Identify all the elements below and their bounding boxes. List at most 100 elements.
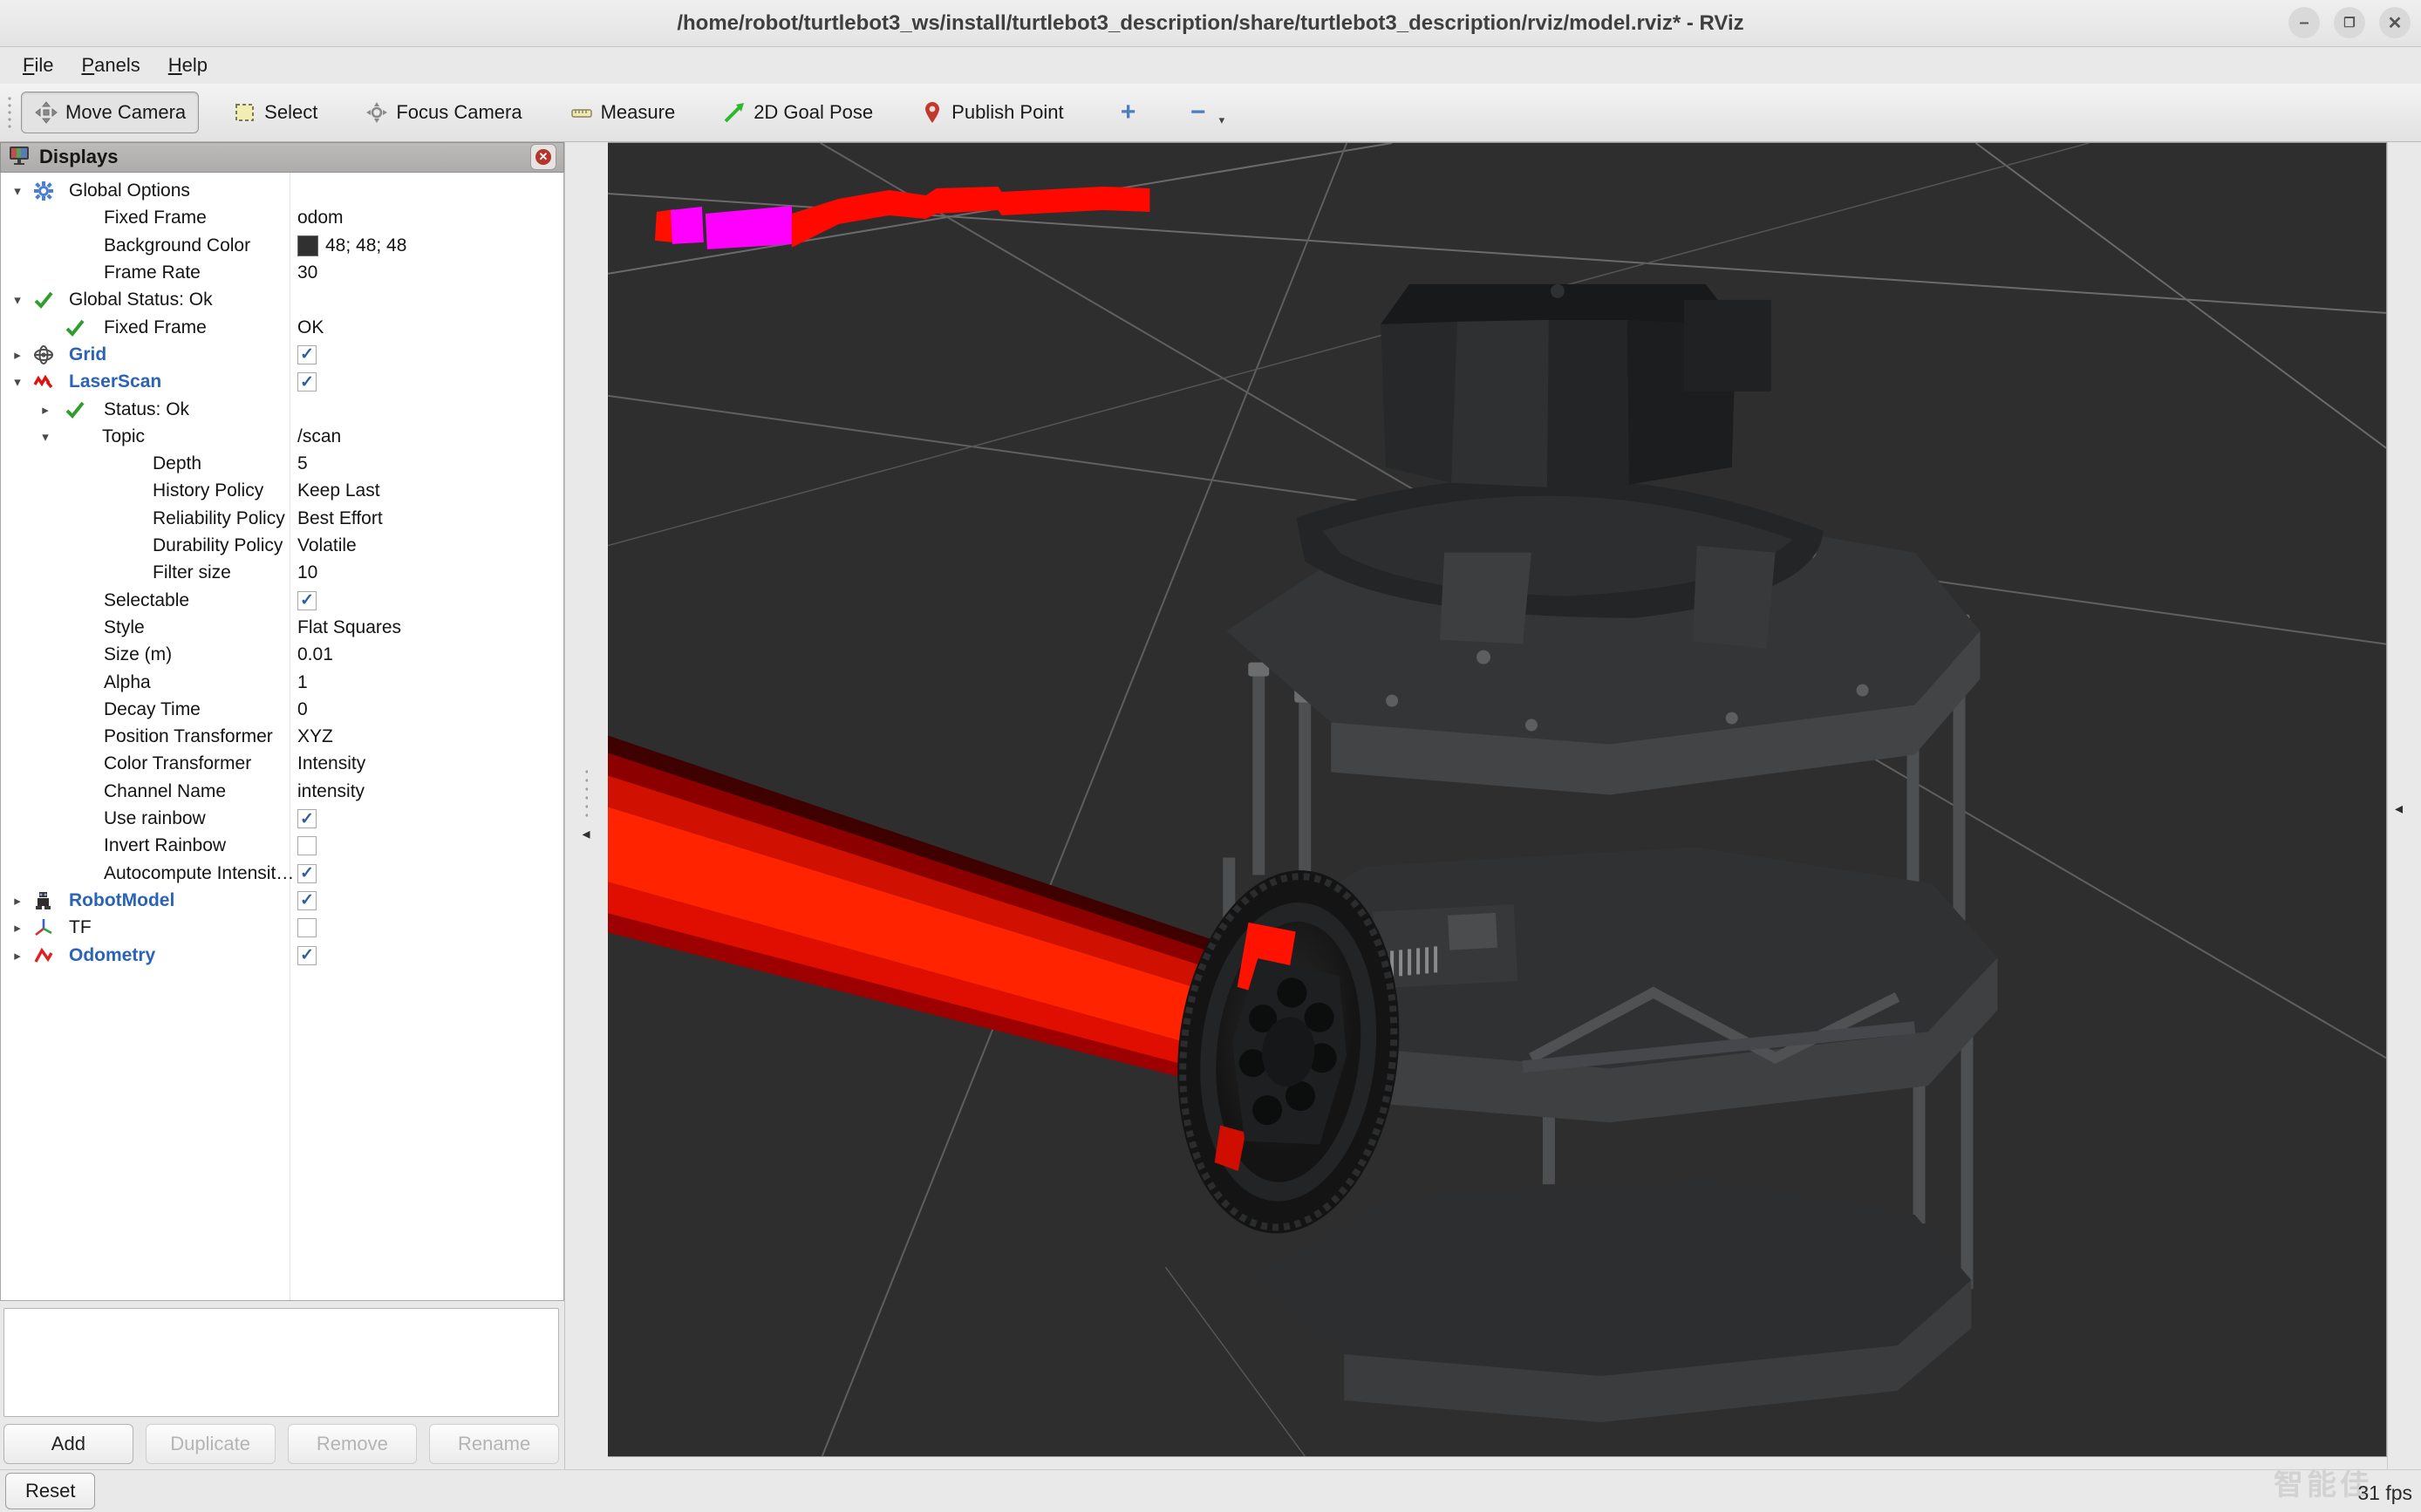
add-button[interactable]: Add	[3, 1424, 133, 1464]
display-row-robotmodel[interactable]: ▸ RobotModel ✓	[1, 887, 563, 914]
property-value[interactable]: Flat Squares	[297, 617, 401, 638]
3d-viewport[interactable]	[608, 142, 2387, 1457]
splitter-handle[interactable]: ◂	[577, 753, 595, 857]
checkbox-unchecked[interactable]	[297, 918, 317, 938]
expand-arrow-icon[interactable]: ▾	[10, 292, 25, 308]
property-value[interactable]	[297, 836, 317, 856]
display-row-channel-name[interactable]: Channel Name intensity	[1, 778, 563, 805]
minimize-button[interactable]: –	[2288, 7, 2320, 38]
restore-button[interactable]: ❐	[2334, 7, 2365, 38]
display-row-color-transformer[interactable]: Color Transformer Intensity	[1, 751, 563, 778]
display-row-odometry[interactable]: ▸ Odometry ✓	[1, 942, 563, 969]
display-row-global-status-ok[interactable]: ▾ Global Status: Ok	[1, 287, 563, 314]
tool-focus-camera-button[interactable]: Focus Camera	[351, 92, 535, 133]
display-row-frame-rate[interactable]: Frame Rate 30	[1, 260, 563, 287]
display-row-decay-time[interactable]: Decay Time 0	[1, 696, 563, 723]
display-row-invert-rainbow[interactable]: Invert Rainbow	[1, 833, 563, 860]
property-value[interactable]: 0.01	[297, 644, 333, 665]
reset-button[interactable]: Reset	[5, 1473, 96, 1509]
tool-select-button[interactable]: Select	[220, 92, 331, 133]
checkbox-checked[interactable]: ✓	[297, 945, 317, 965]
property-value[interactable]: ✓	[297, 344, 317, 364]
collapse-arrow-icon[interactable]: ▸	[38, 402, 53, 418]
display-row-tf[interactable]: ▸ TF	[1, 915, 563, 942]
property-value[interactable]: ✓	[297, 809, 317, 829]
expand-arrow-icon[interactable]: ▾	[10, 183, 25, 199]
property-value[interactable]: ✓	[297, 372, 317, 392]
collapse-arrow-icon[interactable]: ▸	[10, 893, 25, 909]
collapse-arrow-icon[interactable]: ▸	[10, 920, 25, 936]
panel-splitter[interactable]: ◂	[565, 142, 608, 1469]
checkbox-checked[interactable]: ✓	[297, 863, 317, 883]
display-row-use-rainbow[interactable]: Use rainbow ✓	[1, 806, 563, 833]
tool-measure-button[interactable]: Measure	[556, 92, 689, 133]
display-row-grid[interactable]: ▸ Grid ✓	[1, 341, 563, 368]
property-value[interactable]: /scan	[297, 426, 341, 447]
displays-panel-close-icon[interactable]: ✕	[530, 144, 556, 171]
property-value[interactable]: odom	[297, 208, 344, 228]
display-row-fixed-frame[interactable]: Fixed Frame OK	[1, 314, 563, 341]
menu-file[interactable]: File	[9, 51, 67, 80]
property-value[interactable]: ✓	[297, 945, 317, 965]
display-row-size-m[interactable]: Size (m) 0.01	[1, 642, 563, 669]
display-row-alpha[interactable]: Alpha 1	[1, 669, 563, 696]
display-row-topic[interactable]: ▾ Topic/scan	[1, 423, 563, 450]
collapse-arrow-icon[interactable]: ▸	[10, 948, 25, 964]
property-value[interactable]: 1	[297, 672, 308, 693]
checkbox-checked[interactable]: ✓	[297, 590, 317, 610]
tool-plus-button[interactable]: +	[1098, 92, 1159, 133]
display-row-background-color[interactable]: Background Color 48; 48; 48	[1, 232, 563, 259]
tool-publish-point-button[interactable]: Publish Point	[907, 92, 1076, 133]
displays-icon	[8, 144, 31, 171]
checkbox-unchecked[interactable]	[297, 836, 317, 856]
property-value[interactable]: Intensity	[297, 753, 365, 774]
robot-icon	[32, 889, 55, 912]
property-value[interactable]	[297, 918, 317, 938]
checkbox-checked[interactable]: ✓	[297, 344, 317, 364]
property-value[interactable]: XYZ	[297, 726, 333, 747]
checkbox-checked[interactable]: ✓	[297, 809, 317, 829]
property-value[interactable]: intensity	[297, 781, 365, 802]
property-value[interactable]: Keep Last	[297, 480, 380, 501]
property-value[interactable]: 0	[297, 699, 308, 720]
display-row-fixed-frame[interactable]: Fixed Frame odom	[1, 205, 563, 232]
chevron-down-icon: ▾	[1218, 113, 1225, 126]
property-value[interactable]: 5	[297, 453, 308, 474]
property-value[interactable]: 10	[297, 562, 317, 583]
display-row-depth[interactable]: Depth 5	[1, 451, 563, 478]
property-value[interactable]: OK	[297, 317, 324, 338]
display-row-durability-policy[interactable]: Durability Policy Volatile	[1, 533, 563, 560]
display-row-selectable[interactable]: Selectable ✓	[1, 587, 563, 614]
tool-minus-button[interactable]: − ▾	[1168, 89, 1244, 136]
collapse-arrow-icon[interactable]: ▸	[10, 347, 25, 363]
tool-2d-goal-pose-button[interactable]: 2D Goal Pose	[709, 92, 886, 133]
menu-help[interactable]: Help	[154, 51, 222, 80]
property-value[interactable]: 48; 48; 48	[297, 235, 406, 256]
property-value[interactable]: Volatile	[297, 535, 357, 556]
toolbar-grip[interactable]	[5, 93, 14, 132]
display-row-status-ok[interactable]: ▸ Status: Ok	[1, 396, 563, 423]
right-splitter[interactable]: ◂	[2387, 142, 2421, 1469]
display-row-reliability-policy[interactable]: Reliability Policy Best Effort	[1, 505, 563, 532]
display-row-style[interactable]: Style Flat Squares	[1, 614, 563, 641]
property-value[interactable]: ✓	[297, 590, 317, 610]
property-value[interactable]: ✓	[297, 863, 317, 883]
display-row-history-policy[interactable]: History Policy Keep Last	[1, 478, 563, 505]
checkbox-checked[interactable]: ✓	[297, 372, 317, 392]
close-button[interactable]: ✕	[2379, 7, 2411, 38]
property-label: Fixed Frame	[104, 317, 207, 337]
property-value[interactable]: Best Effort	[297, 508, 383, 529]
display-row-global-options[interactable]: ▾ Global Options	[1, 178, 563, 205]
expand-arrow-icon[interactable]: ▾	[38, 429, 53, 445]
display-row-autocompute-intensit[interactable]: Autocompute Intensit… ✓	[1, 860, 563, 887]
expand-arrow-icon[interactable]: ▾	[10, 374, 25, 390]
displays-panel-header[interactable]: Displays ✕	[0, 142, 564, 173]
property-value[interactable]: ✓	[297, 890, 317, 910]
display-row-filter-size[interactable]: Filter size 10	[1, 560, 563, 587]
property-value[interactable]: 30	[297, 262, 317, 283]
menu-panels[interactable]: Panels	[67, 51, 153, 80]
checkbox-checked[interactable]: ✓	[297, 890, 317, 910]
display-row-laserscan[interactable]: ▾ LaserScan ✓	[1, 369, 563, 396]
display-row-position-transformer[interactable]: Position Transformer XYZ	[1, 724, 563, 751]
tool-move-camera-button[interactable]: Move Camera	[21, 92, 200, 133]
